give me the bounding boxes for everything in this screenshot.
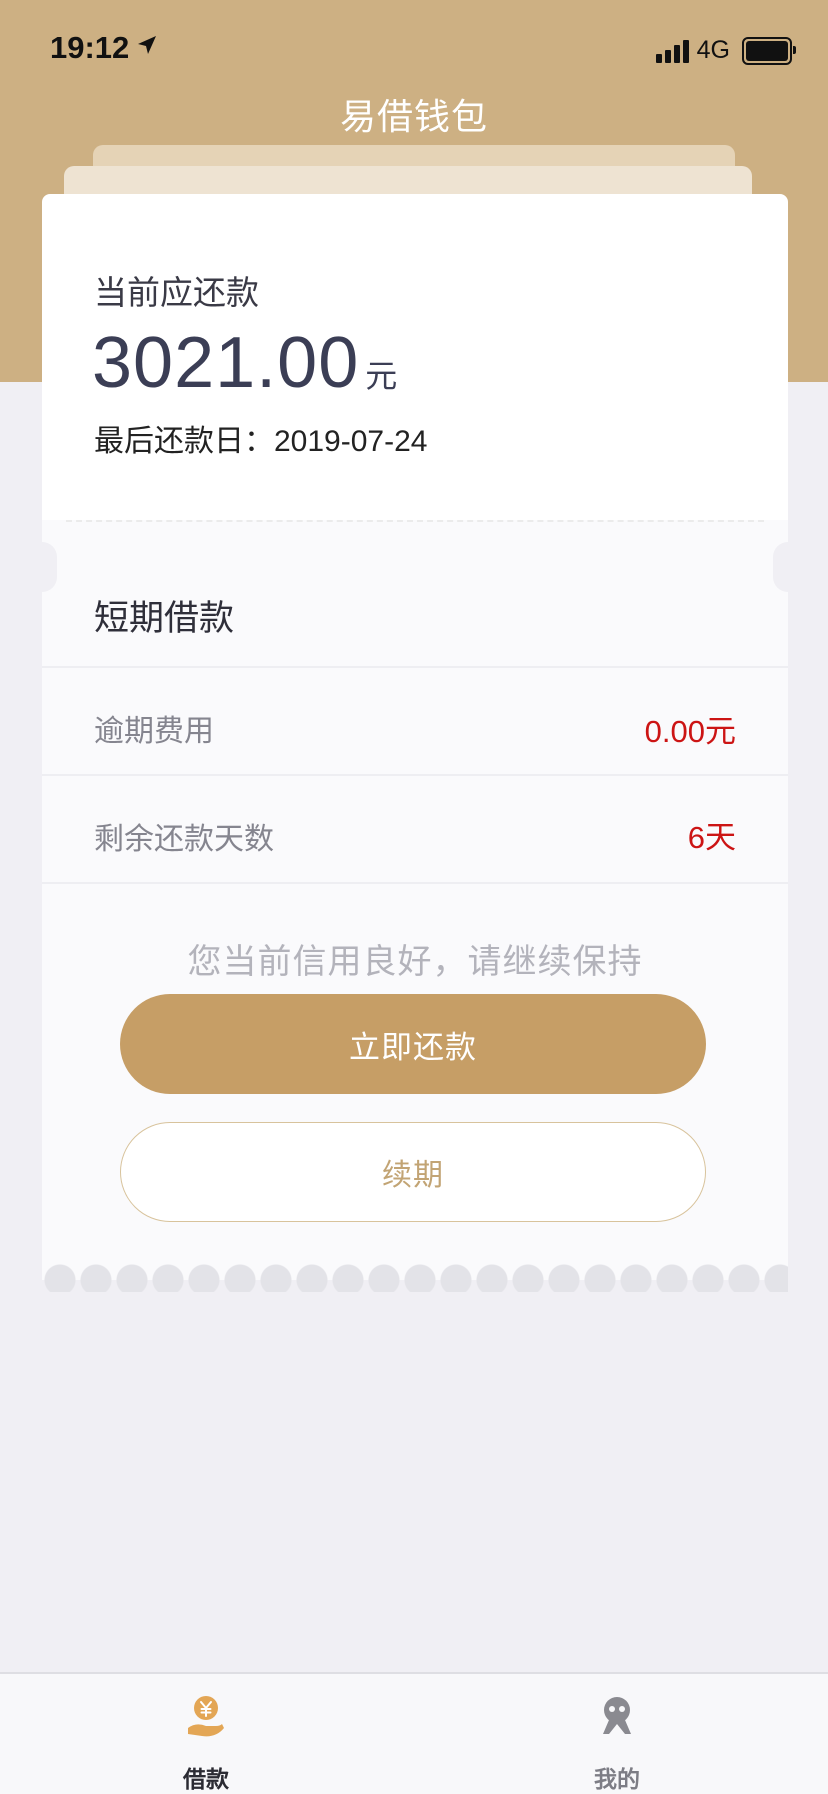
tab-loan[interactable]: 借款 xyxy=(106,1674,306,1794)
signal-icon xyxy=(655,39,689,63)
credit-tip: 您当前信用良好，请继续保持 xyxy=(187,942,643,982)
repayment-card: 当前应还款 3021.00 元 最后还款日：2019-07-24 短期借款 逾期… xyxy=(27,194,803,1292)
location-arrow-icon xyxy=(136,34,158,61)
page-title: 易借钱包 xyxy=(339,97,488,138)
battery-icon xyxy=(742,36,796,65)
loan-type-title: 短期借款 xyxy=(94,599,235,639)
deadline-date: 2019-07-24 xyxy=(274,425,428,458)
row-divider xyxy=(42,666,788,668)
person-icon xyxy=(597,1694,637,1740)
tab-bar: 借款 我的 xyxy=(0,1672,828,1794)
amount-unit: 元 xyxy=(365,357,398,395)
row-divider xyxy=(42,882,788,884)
renew-button[interactable]: 续期 xyxy=(120,1122,706,1222)
amount-due: 3021.00 元 xyxy=(92,322,397,404)
amount-due-label: 当前应还款 xyxy=(94,273,259,312)
status-time: 19:12 xyxy=(50,30,130,65)
status-indicators: 4G xyxy=(655,36,796,65)
tab-loan-label: 借款 xyxy=(183,1767,229,1793)
remaining-days-value: 6天 xyxy=(687,820,736,855)
ticket-notch-right xyxy=(773,542,803,592)
perforation-divider xyxy=(66,520,764,522)
deadline-label: 最后还款日： xyxy=(94,424,274,459)
overdue-fee-label: 逾期费用 xyxy=(94,714,214,749)
tab-mine-label: 我的 xyxy=(594,1767,640,1793)
network-type: 4G xyxy=(696,36,730,64)
status-bar: 19:12 4G xyxy=(0,0,828,100)
remaining-days-label: 剩余还款天数 xyxy=(94,822,274,857)
hand-yuan-icon xyxy=(186,1694,226,1740)
ticket-notch-left xyxy=(27,542,57,592)
repayment-deadline: 最后还款日：2019-07-24 xyxy=(94,416,427,460)
overdue-fee-value: 0.00元 xyxy=(644,714,736,749)
repay-now-button[interactable]: 立即还款 xyxy=(120,994,706,1094)
tab-mine[interactable]: 我的 xyxy=(517,1674,717,1794)
row-divider xyxy=(42,774,788,776)
scalloped-edge xyxy=(42,1262,788,1292)
amount-value: 3021.00 xyxy=(92,323,360,403)
